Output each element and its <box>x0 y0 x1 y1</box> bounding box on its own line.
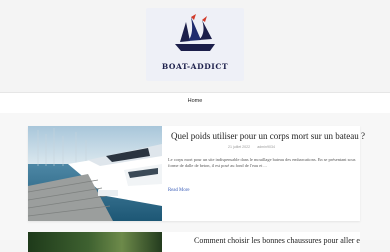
main-nav: Home <box>0 92 390 114</box>
post-thumbnail[interactable] <box>28 232 162 252</box>
post-card: Comment choisir les bonnes chaussures po… <box>28 232 360 252</box>
nav-home-link[interactable]: Home <box>0 98 390 104</box>
post-title[interactable]: Comment choisir les bonnes chaussures po… <box>194 236 360 245</box>
post-excerpt: Le corps mort pour un site indispensable… <box>168 157 356 169</box>
sailing-ship-icon <box>175 14 215 51</box>
post-date: 21 juillet 2022 <box>228 145 251 149</box>
logo-text: BOAT-ADDICT <box>161 62 229 71</box>
marina-boats-photo <box>28 126 162 221</box>
post-title[interactable]: Quel poids utiliser pour un corps mort s… <box>171 131 365 142</box>
site-logo[interactable]: BOAT-ADDICT <box>146 8 244 81</box>
post-card: Quel poids utiliser pour un corps mort s… <box>28 126 365 221</box>
post-author[interactable]: admin9034 <box>257 145 275 149</box>
post-thumbnail[interactable] <box>28 126 162 221</box>
read-more-link[interactable]: Read More <box>168 188 189 193</box>
posts-list: Quel poids utiliser pour un corps mort s… <box>0 113 390 252</box>
site-header: BOAT-ADDICT <box>0 0 390 92</box>
post-meta: 21 juillet 2022 admin9034 <box>228 145 281 149</box>
